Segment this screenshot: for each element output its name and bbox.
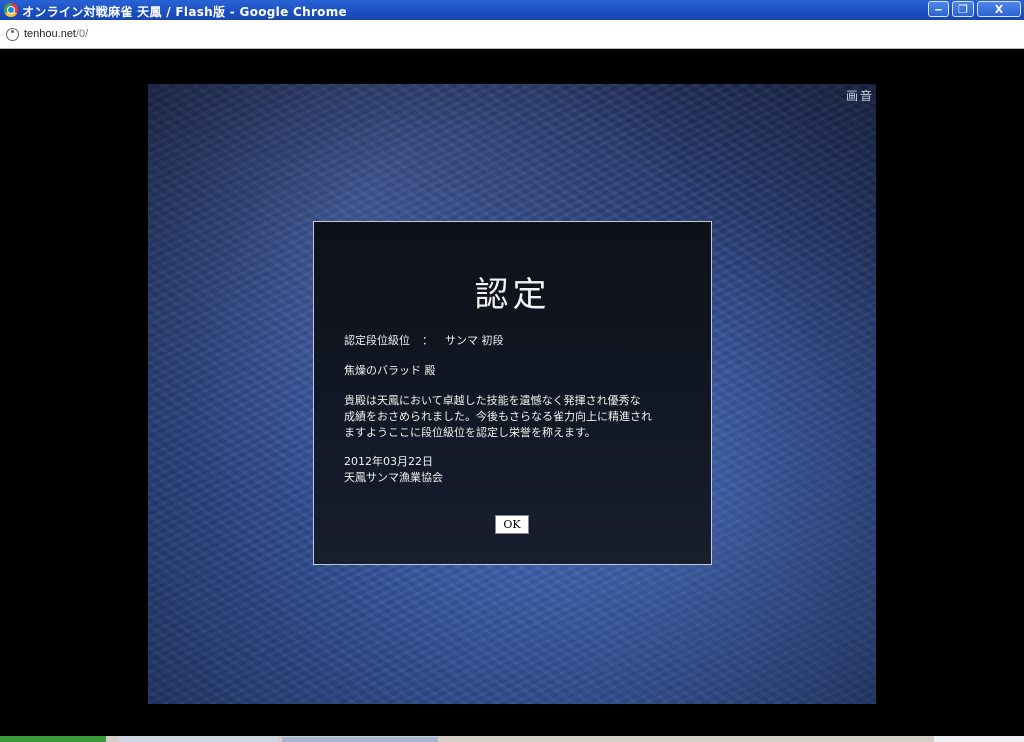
rank-value: サンマ 初段 (445, 334, 504, 347)
restore-button[interactable]: ❐ (952, 1, 974, 17)
window-titlebar: オンライン対戦麻雀 天鳳 / Flash版 - Google Chrome ‒ … (0, 0, 1024, 20)
message-line: ますようここに段位級位を認定し栄誉を称えます。 (344, 426, 596, 439)
system-tray (934, 736, 1024, 742)
certification-message: 貴殿は天鳳において卓越した技能を遺憾なく発揮され優秀な 成績をおさめられました。… (344, 393, 674, 441)
url-path: /0/ (76, 28, 89, 40)
page-icon (6, 28, 19, 41)
message-line: 成績をおさめられました。今後もさらなる雀力向上に精進され (344, 410, 652, 423)
graphics-toggle[interactable]: 画 (846, 89, 860, 103)
window-title: オンライン対戦麻雀 天鳳 / Flash版 - Google Chrome (22, 5, 347, 19)
rank-label: 認定段位級位 (344, 334, 410, 347)
rank-line: 認定段位級位 ： サンマ 初段 (344, 333, 674, 349)
certification-date: 2012年03月22日 (344, 455, 433, 468)
certification-dialog: 認定 認定段位級位 ： サンマ 初段 焦燥のバラッド 殿 貴殿は天鳳において卓越した… (313, 221, 712, 565)
media-toggles: 画音 (846, 87, 874, 104)
sound-toggle[interactable]: 音 (860, 89, 874, 103)
minimize-button[interactable]: ‒ (928, 1, 949, 17)
dialog-title: 認定 (474, 275, 551, 315)
url-host: tenhou.net (24, 28, 76, 40)
close-button[interactable]: X (977, 1, 1021, 17)
issuer-name: 天鳳サンマ漁業協会 (344, 471, 443, 484)
ok-button[interactable]: OK (495, 515, 529, 534)
dialog-body: 認定段位級位 ： サンマ 初段 焦燥のバラッド 殿 貴殿は天鳳において卓越した技能を… (344, 333, 674, 486)
chrome-icon (4, 3, 18, 17)
taskbar-item[interactable] (118, 737, 278, 742)
taskbar-item[interactable] (282, 737, 438, 742)
start-button[interactable] (0, 736, 106, 742)
address-bar[interactable]: tenhou.net/0/ (0, 20, 1024, 49)
rank-separator: ： (422, 334, 433, 347)
url-text[interactable]: tenhou.net/0/ (24, 28, 88, 40)
message-line: 貴殿は天鳳において卓越した技能を遺憾なく発揮され優秀な (344, 394, 641, 407)
recipient-name: 焦燥のバラッド 殿 (344, 364, 436, 377)
os-taskbar (0, 736, 1024, 742)
flash-game-stage[interactable]: 画音 認定 認定段位級位 ： サンマ 初段 焦燥のバラッド 殿 貴殿は天鳳において卓… (148, 84, 876, 704)
